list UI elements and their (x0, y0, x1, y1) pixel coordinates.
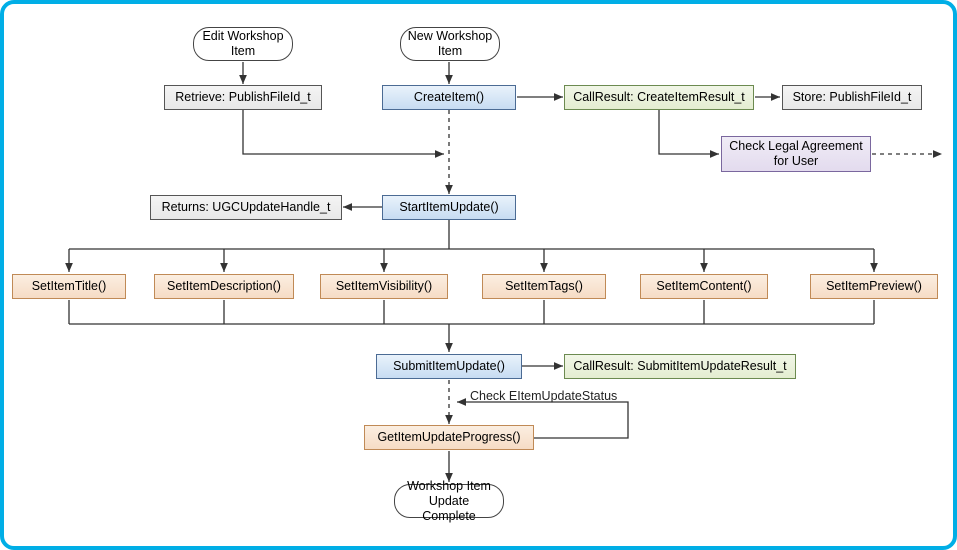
node-create-item: CreateItem() (382, 85, 516, 110)
node-edit-workshop-item: Edit WorkshopItem (193, 27, 293, 61)
node-setitemdescription: SetItemDescription() (154, 274, 294, 299)
node-callresult-createitemresult: CallResult: CreateItemResult_t (564, 85, 754, 110)
node-workshop-item-update-complete: Workshop ItemUpdate Complete (394, 484, 504, 518)
node-setitemtags: SetItemTags() (482, 274, 606, 299)
node-setitemvisibility: SetItemVisibility() (320, 274, 448, 299)
node-setitemcontent: SetItemContent() (640, 274, 768, 299)
diagram-frame: Edit WorkshopItem New WorkshopItem Retri… (0, 0, 957, 550)
node-new-workshop-item: New WorkshopItem (400, 27, 500, 61)
node-start-item-update: StartItemUpdate() (382, 195, 516, 220)
node-setitempreview: SetItemPreview() (810, 274, 938, 299)
node-retrieve-publishfileid: Retrieve: PublishFileId_t (164, 85, 322, 110)
node-get-item-update-progress: GetItemUpdateProgress() (364, 425, 534, 450)
node-returns-ugcupdatehandle: Returns: UGCUpdateHandle_t (150, 195, 342, 220)
node-callresult-submititemupdateresult: CallResult: SubmitItemUpdateResult_t (564, 354, 796, 379)
node-setitemtitle: SetItemTitle() (12, 274, 126, 299)
node-check-legal-agreement: Check Legal Agreementfor User (721, 136, 871, 172)
node-store-publishfileid: Store: PublishFileId_t (782, 85, 922, 110)
node-submit-item-update: SubmitItemUpdate() (376, 354, 522, 379)
label-check-eitemupdatestatus: Check EItemUpdateStatus (470, 389, 617, 403)
